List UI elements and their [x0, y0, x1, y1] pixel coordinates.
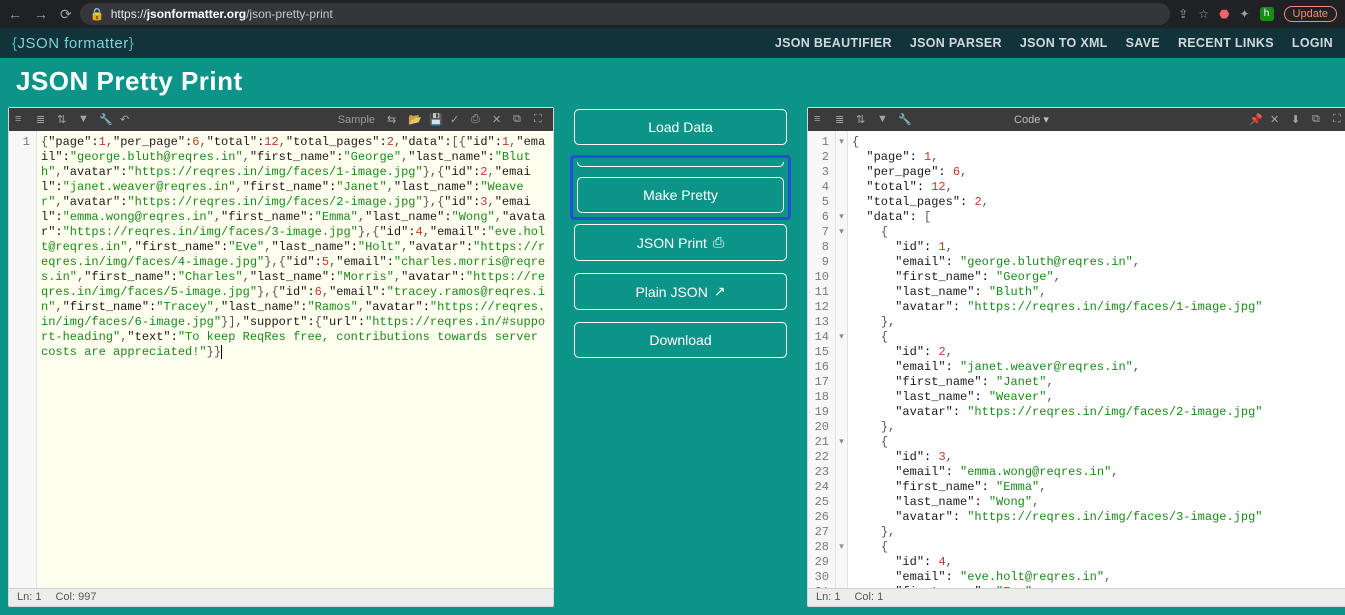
bookmark-icon[interactable]: ☆ — [1198, 7, 1209, 21]
filter-icon[interactable]: ▼ — [877, 113, 890, 126]
site-header: {JSON formatter} JSON BEAUTIFIER JSON PA… — [0, 28, 1345, 58]
input-gutter: 1 — [9, 131, 37, 588]
url-text: https://jsonformatter.org/json-pretty-pr… — [111, 7, 333, 21]
pin-icon[interactable]: 📌 — [1249, 113, 1262, 126]
output-code[interactable]: { "page": 1, "per_page": 6, "total": 12,… — [848, 131, 1345, 588]
sort-icon[interactable]: ⇅ — [856, 113, 869, 126]
repair-icon[interactable]: 🔧 — [99, 113, 112, 126]
lock-icon: 🔒 — [90, 7, 105, 21]
nav-login[interactable]: LOGIN — [1292, 36, 1333, 50]
open-icon[interactable]: 📂 — [408, 113, 421, 126]
save-icon[interactable]: 💾 — [429, 113, 442, 126]
output-fold-col[interactable]: ▾▾▾▾▾▾ — [836, 131, 848, 588]
input-ln: Ln: 1 — [17, 591, 41, 604]
nav-json-parser[interactable]: JSON PARSER — [910, 36, 1002, 50]
output-ln: Ln: 1 — [816, 591, 840, 604]
reload-icon[interactable]: ⟳ — [60, 6, 72, 23]
action-column: Load Data Make Pretty JSON Print⎙ Plain … — [568, 107, 793, 607]
nav-recent-links[interactable]: RECENT LINKS — [1178, 36, 1274, 50]
nav-json-to-xml[interactable]: JSON TO XML — [1020, 36, 1108, 50]
clear-icon[interactable]: ✕ — [1270, 113, 1283, 126]
load-data-button[interactable]: Load Data — [574, 109, 787, 145]
output-gutter: 1234567891011121314151617181920212223242… — [808, 131, 836, 588]
mode-dropdown[interactable]: Code ▾ — [1014, 113, 1053, 126]
forward-icon[interactable]: → — [34, 6, 48, 22]
main-area: ≡ ≣ ⇅ ▼ 🔧 ↶ Sample ⇆ 📂 💾 ✓ ⎙ ✕ ⧉ ⛶ 1 {"p… — [0, 107, 1345, 615]
url-bar[interactable]: 🔒 https://jsonformatter.org/json-pretty-… — [80, 3, 1170, 25]
make-pretty-button[interactable]: Make Pretty — [577, 177, 784, 213]
output-editor[interactable]: 1234567891011121314151617181920212223242… — [808, 131, 1345, 588]
compact-icon[interactable]: ≣ — [835, 113, 848, 126]
site-logo[interactable]: {JSON formatter} — [12, 35, 134, 52]
extension-icon-2[interactable]: h — [1260, 7, 1274, 21]
output-toolbar: ≡ ≣ ⇅ ▼ 🔧 Code ▾ 📌 ✕ ⬇ ⧉ ⛶ — [808, 108, 1345, 131]
print-icon-inline: ⎙ — [713, 234, 724, 251]
repair-icon[interactable]: 🔧 — [898, 113, 911, 126]
input-editor[interactable]: 1 {"page":1,"per_page":6,"total":12,"tot… — [9, 131, 553, 588]
input-code[interactable]: {"page":1,"per_page":6,"total":12,"total… — [37, 131, 553, 588]
json-print-button[interactable]: JSON Print⎙ — [574, 224, 787, 261]
nav-json-beautifier[interactable]: JSON BEAUTIFIER — [775, 36, 892, 50]
upload-icon[interactable]: ⇆ — [387, 113, 400, 126]
hidden-button-edge — [577, 162, 784, 167]
nav-links: JSON BEAUTIFIER JSON PARSER JSON TO XML … — [775, 36, 1333, 50]
share-icon[interactable]: ⇪ — [1178, 7, 1188, 21]
puzzle-icon[interactable]: ✦ — [1239, 7, 1249, 21]
validate-icon[interactable]: ✓ — [450, 113, 463, 126]
sort-icon[interactable]: ⇅ — [57, 113, 70, 126]
input-status: Ln: 1 Col: 997 — [9, 588, 553, 606]
nav-save[interactable]: SAVE — [1126, 36, 1160, 50]
compact-icon[interactable]: ≣ — [36, 113, 49, 126]
extension-icon-1[interactable]: ⬣ — [1219, 7, 1229, 21]
back-icon[interactable]: ← — [8, 6, 22, 22]
output-status: Ln: 1 Col: 1 — [808, 588, 1345, 606]
external-link-icon: ↗ — [714, 283, 726, 300]
copy-icon[interactable]: ⧉ — [1312, 113, 1325, 126]
format-icon[interactable]: ≡ — [814, 113, 827, 126]
page-title: JSON Pretty Print — [0, 58, 1345, 107]
input-col: Col: 997 — [55, 591, 96, 604]
format-icon[interactable]: ≡ — [15, 113, 28, 126]
input-toolbar: ≡ ≣ ⇅ ▼ 🔧 ↶ Sample ⇆ 📂 💾 ✓ ⎙ ✕ ⧉ ⛶ — [9, 108, 553, 131]
input-panel: ≡ ≣ ⇅ ▼ 🔧 ↶ Sample ⇆ 📂 💾 ✓ ⎙ ✕ ⧉ ⛶ 1 {"p… — [8, 107, 554, 607]
output-panel: ≡ ≣ ⇅ ▼ 🔧 Code ▾ 📌 ✕ ⬇ ⧉ ⛶ 1234567891011… — [807, 107, 1345, 607]
highlight-frame: Make Pretty — [570, 155, 791, 220]
copy-icon[interactable]: ⧉ — [513, 113, 526, 126]
print-icon[interactable]: ⎙ — [471, 113, 484, 126]
fullscreen-icon[interactable]: ⛶ — [1333, 113, 1345, 126]
download-icon[interactable]: ⬇ — [1291, 113, 1304, 126]
download-button[interactable]: Download — [574, 322, 787, 358]
update-button[interactable]: Update — [1284, 6, 1337, 22]
browser-chrome: ← → ⟳ 🔒 https://jsonformatter.org/json-p… — [0, 0, 1345, 28]
fullscreen-icon[interactable]: ⛶ — [534, 113, 547, 126]
undo-icon[interactable]: ↶ — [120, 113, 133, 126]
output-col: Col: 1 — [854, 591, 883, 604]
clear-icon[interactable]: ✕ — [492, 113, 505, 126]
filter-icon[interactable]: ▼ — [78, 113, 91, 126]
sample-label[interactable]: Sample — [338, 114, 379, 126]
plain-json-button[interactable]: Plain JSON↗ — [574, 273, 787, 310]
